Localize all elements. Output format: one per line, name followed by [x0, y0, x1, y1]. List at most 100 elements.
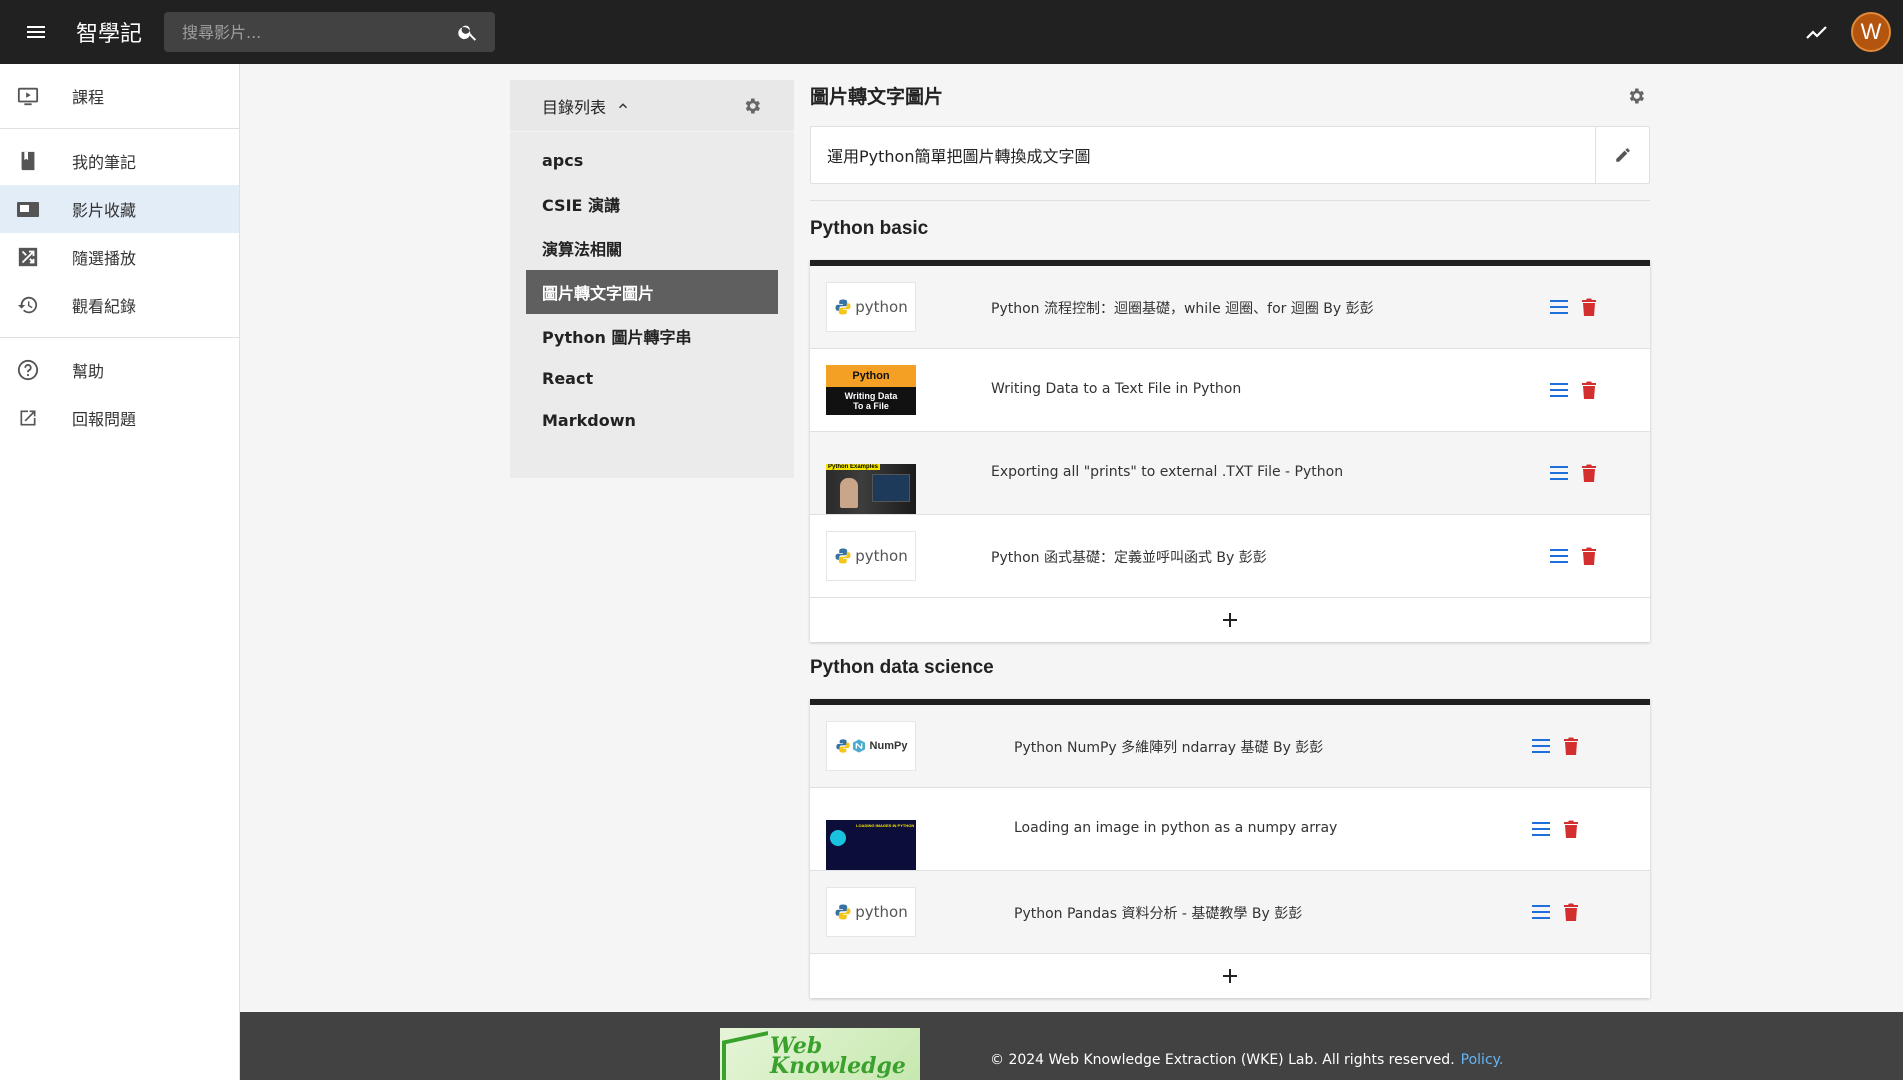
sidebar-item-report-issue[interactable]: 回報問題 [0, 394, 239, 442]
video-library-icon [16, 197, 40, 221]
wke-lab-logo: Web Knowledge [720, 1028, 920, 1080]
category-item[interactable]: React [526, 358, 778, 398]
video-thumbnail[interactable]: LOADING IMAGES IN PYTHON [826, 820, 916, 870]
hamburger-menu-button[interactable] [0, 0, 72, 64]
thumbnail-screen [872, 474, 910, 502]
sidebar-item-video-collection[interactable]: 影片收藏 [0, 185, 239, 233]
video-group: NumPy Python NumPy 多維陣列 ndarray 基礎 By 彭彭… [810, 699, 1650, 998]
category-header: 目錄列表 [510, 80, 794, 132]
thumbnail-python-word: python [855, 903, 908, 921]
thumbnail-text: LOADING IMAGES IN PYTHON [856, 823, 915, 828]
menu-icon [27, 26, 45, 38]
delete-icon[interactable] [1560, 901, 1582, 923]
list-icon[interactable] [1548, 296, 1570, 318]
delete-icon[interactable] [1578, 545, 1600, 567]
list-icon[interactable] [1548, 379, 1570, 401]
list-icon[interactable] [1530, 735, 1552, 757]
video-thumbnail[interactable]: python [826, 887, 916, 937]
pencil-icon [1615, 148, 1630, 162]
category-panel: 目錄列表 apcs CSIE 演講 演算法相關 圖片轉文字圖片 Python 圖… [510, 80, 794, 478]
plus-icon [1223, 613, 1237, 627]
sidebar-divider [0, 337, 239, 338]
sidebar-item-watch-history[interactable]: 觀看紀錄 [0, 281, 239, 329]
sidebar-divider [0, 128, 239, 129]
category-item[interactable]: Python 圖片轉字串 [526, 314, 778, 358]
category-settings-gear-icon[interactable] [740, 94, 764, 118]
description-text: 運用Python簡單把圖片轉換成文字圖 [827, 147, 1091, 166]
avatar[interactable]: W [1851, 12, 1891, 52]
group-title: Python data science [810, 657, 994, 678]
thumbnail-python-word: python [855, 298, 908, 316]
video-row[interactable]: Python Writing Data To a File Writing Da… [810, 349, 1650, 432]
video-title[interactable]: Python NumPy 多維陣列 ndarray 基礎 By 彭彭 [1014, 737, 1323, 757]
sidebar: 課程 我的筆記 影片收藏 隨選播放 觀看紀錄 幫助 回報問題 [0, 64, 240, 1080]
video-row[interactable]: NumPy Python NumPy 多維陣列 ndarray 基礎 By 彭彭 [810, 705, 1650, 788]
video-title[interactable]: Exporting all "prints" to external .TXT … [991, 464, 1343, 480]
python-logo-icon [835, 299, 851, 315]
footer-copyright: © 2024 Web Knowledge Extraction (WKE) La… [990, 1052, 1503, 1068]
video-title[interactable]: Python 流程控制：迴圈基礎，while 迴圈、for 迴圈 By 彭彭 [991, 298, 1374, 318]
delete-icon[interactable] [1560, 818, 1582, 840]
search-bar [164, 12, 495, 52]
video-title[interactable]: Writing Data to a Text File in Python [991, 381, 1241, 397]
sidebar-item-help[interactable]: 幫助 [0, 346, 239, 394]
chevron-up-icon[interactable] [616, 99, 630, 113]
app-title[interactable]: 智學記 [76, 16, 164, 48]
page-title: 圖片轉文字圖片 [810, 85, 944, 108]
sidebar-item-notes[interactable]: 我的筆記 [0, 137, 239, 185]
video-row[interactable]: LOADING IMAGES IN PYTHON Loading an imag… [810, 788, 1650, 871]
video-thumbnail[interactable]: NumPy [826, 721, 916, 771]
video-thumbnail[interactable]: Python Examples [826, 464, 916, 514]
video-thumbnail[interactable]: Python Writing Data To a File [826, 365, 916, 415]
category-item[interactable]: apcs [526, 138, 778, 182]
group-title: Python basic [810, 218, 929, 239]
category-item[interactable]: CSIE 演講 [526, 182, 778, 226]
list-icon[interactable] [1530, 901, 1552, 923]
list-icon[interactable] [1548, 545, 1570, 567]
page-settings-gear-icon[interactable] [1624, 84, 1648, 108]
thumbnail-text: To a File [853, 401, 889, 411]
book-icon [16, 149, 40, 173]
video-row[interactable]: python Python 函式基礎：定義並呼叫函式 By 彭彭 [810, 515, 1650, 598]
video-row[interactable]: python Python 流程控制：迴圈基礎，while 迴圈、for 迴圈 … [810, 266, 1650, 349]
thumbnail-text: Python [826, 365, 916, 387]
video-title[interactable]: Python 函式基礎：定義並呼叫函式 By 彭彭 [991, 547, 1267, 567]
delete-icon[interactable] [1578, 379, 1600, 401]
add-video-button[interactable] [810, 954, 1650, 998]
policy-link[interactable]: Policy. [1461, 1052, 1504, 1068]
python-logo-icon [835, 548, 851, 564]
video-thumbnail[interactable]: python [826, 282, 916, 332]
shuffle-icon [16, 245, 40, 269]
video-row[interactable]: Python Examples Exporting all "prints" t… [810, 432, 1650, 515]
sidebar-item-courses[interactable]: 課程 [0, 72, 239, 120]
add-video-button[interactable] [810, 598, 1650, 642]
category-item-selected[interactable]: 圖片轉文字圖片 [526, 270, 778, 314]
delete-icon[interactable] [1560, 735, 1582, 757]
sidebar-item-label: 幫助 [72, 362, 105, 381]
video-title[interactable]: Python Pandas 資料分析 - 基礎教學 By 彭彭 [1014, 903, 1302, 923]
video-title[interactable]: Loading an image in python as a numpy ar… [1014, 820, 1337, 836]
category-item[interactable]: 演算法相關 [526, 226, 778, 270]
search-icon[interactable] [455, 19, 481, 45]
video-thumbnail[interactable]: python [826, 531, 916, 581]
numpy-logo-icon [852, 739, 865, 753]
thumbnail-person [840, 478, 858, 508]
description-box: 運用Python簡單把圖片轉換成文字圖 [810, 126, 1650, 184]
help-icon [16, 358, 40, 382]
video-row[interactable]: python Python Pandas 資料分析 - 基礎教學 By 彭彭 [810, 871, 1650, 954]
app-bar: 智學記 W [0, 0, 1903, 64]
thumbnail-text: Python Examples [826, 464, 881, 470]
trending-icon[interactable] [1797, 12, 1837, 52]
sidebar-item-shuffle-play[interactable]: 隨選播放 [0, 233, 239, 281]
edit-description-button[interactable] [1595, 127, 1649, 183]
thumbnail-python-word: python [855, 547, 908, 565]
search-input[interactable] [182, 22, 455, 42]
category-item[interactable]: Markdown [526, 398, 778, 442]
list-icon[interactable] [1548, 462, 1570, 484]
delete-icon[interactable] [1578, 296, 1600, 318]
list-icon[interactable] [1530, 818, 1552, 840]
video-group: python Python 流程控制：迴圈基礎，while 迴圈、for 迴圈 … [810, 260, 1650, 642]
delete-icon[interactable] [1578, 462, 1600, 484]
thumbnail-graphic [830, 830, 846, 846]
thumbnail-text: Writing Data [844, 391, 898, 401]
